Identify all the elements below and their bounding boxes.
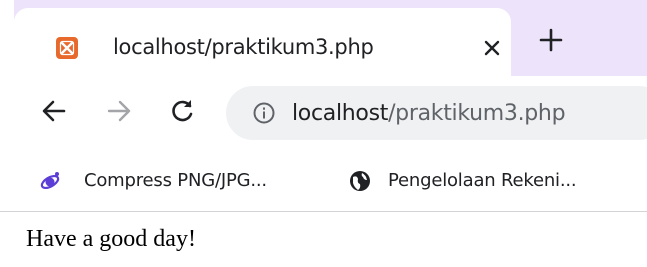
address-bar[interactable]: localhost/praktikum3.php	[226, 86, 647, 140]
page-content: Have a good day!	[0, 212, 647, 267]
tab-title: localhost/praktikum3.php	[113, 35, 374, 59]
bookmark-compress[interactable]: Compress PNG/JPG...	[38, 167, 318, 197]
info-icon[interactable]	[252, 101, 276, 125]
back-arrow-icon[interactable]	[40, 97, 68, 125]
url-text[interactable]: localhost/praktikum3.php	[292, 101, 566, 126]
page-text: Have a good day!	[26, 226, 196, 252]
bookmark-label: Pengelolaan Rekeni...	[388, 170, 577, 191]
browser-tab[interactable]: localhost/praktikum3.php	[14, 8, 511, 76]
bookmark-pengelolaan[interactable]: Pengelolaan Rekeni...	[348, 167, 647, 197]
compress-icon	[38, 169, 62, 193]
bookmarks-bar: Compress PNG/JPG... Pengelolaan Rekeni..…	[0, 153, 647, 211]
xampp-icon	[56, 37, 78, 59]
reload-icon[interactable]	[168, 97, 196, 125]
new-tab-icon[interactable]	[536, 25, 566, 55]
forward-arrow-icon[interactable]	[105, 97, 133, 125]
url-host: localhost	[292, 101, 389, 126]
browser-toolbar: localhost/praktikum3.php	[0, 76, 647, 153]
tab-strip: localhost/praktikum3.php	[0, 0, 647, 76]
bookmark-label: Compress PNG/JPG...	[84, 170, 267, 191]
url-path: /praktikum3.php	[388, 101, 566, 126]
close-tab-icon[interactable]	[480, 36, 504, 60]
globe-icon	[348, 169, 372, 193]
tab-strip-edge	[0, 0, 14, 76]
